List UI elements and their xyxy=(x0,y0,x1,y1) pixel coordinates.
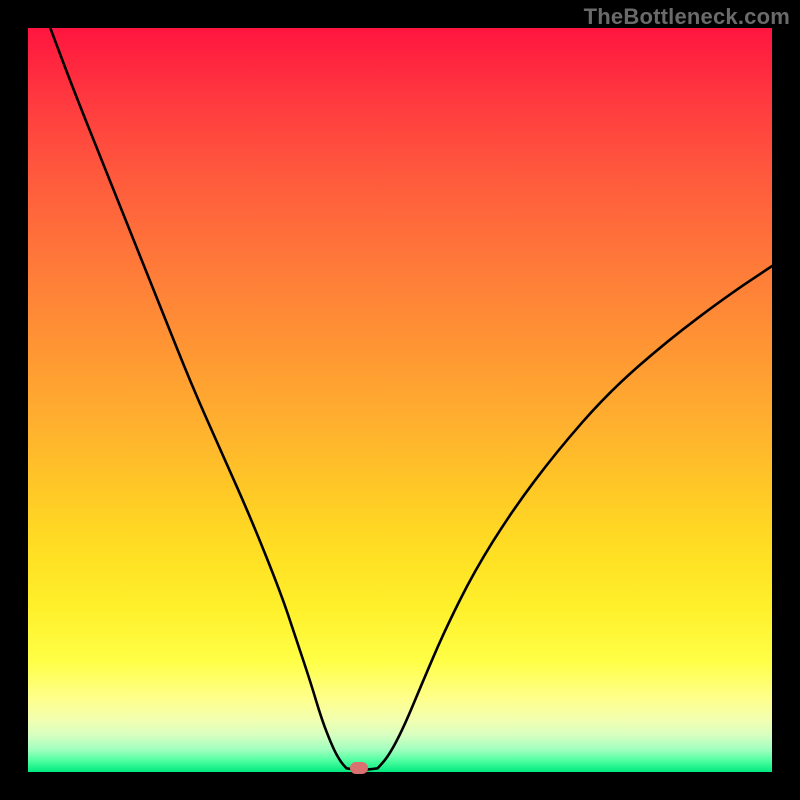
curve-svg xyxy=(28,28,772,772)
chart-frame: TheBottleneck.com xyxy=(0,0,800,800)
optimum-marker xyxy=(350,762,368,774)
watermark-text: TheBottleneck.com xyxy=(584,4,790,30)
bottleneck-curve xyxy=(50,28,772,770)
plot-area xyxy=(28,28,772,772)
